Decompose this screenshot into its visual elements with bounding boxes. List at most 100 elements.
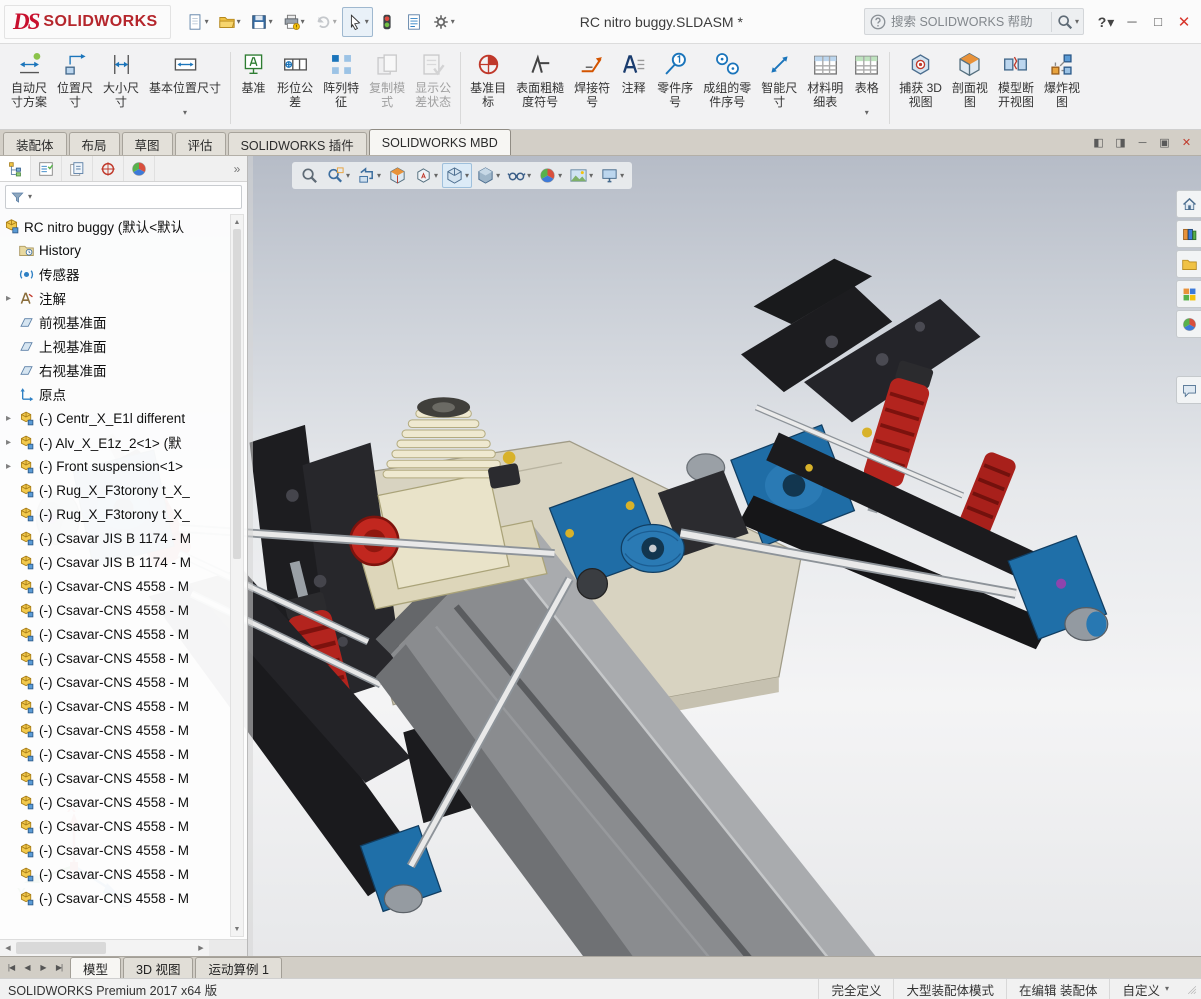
scroll-next-button[interactable]: ▶: [35, 960, 51, 976]
solidworks-forum-button[interactable]: [1176, 376, 1201, 404]
undo-button[interactable]: ▾: [310, 7, 341, 37]
tree-item[interactable]: 右视基准面: [0, 358, 247, 382]
weld-symbol-button[interactable]: 焊接符 号: [569, 47, 615, 129]
scrollbar-thumb[interactable]: [233, 229, 241, 559]
location-dimension-button[interactable]: 位置尺 寸: [52, 47, 98, 129]
tree-item[interactable]: (-) Csavar-CNS 4558 - M: [0, 670, 247, 694]
search-button[interactable]: ▾: [1050, 11, 1079, 32]
table-button[interactable]: 表格 ▾: [848, 47, 885, 129]
tree-item[interactable]: (-) Csavar-CNS 4558 - M: [0, 742, 247, 766]
solidworks-menu-button[interactable]: DS SOLIDWORKS: [4, 4, 171, 39]
edit-appearance-button[interactable]: ▾: [535, 163, 565, 188]
customize[interactable]: 自定义 ▾: [1109, 979, 1181, 999]
tree-item[interactable]: ▸ (-) Front suspension<1>: [0, 454, 247, 478]
datum-target-button[interactable]: 基准目 标: [465, 47, 511, 129]
scrollbar-thumb[interactable]: [16, 942, 106, 954]
scroll-left-icon[interactable]: ◀: [0, 940, 16, 956]
tile-right-button[interactable]: ◨: [1111, 134, 1130, 151]
expand-arrow-icon[interactable]: ▸: [3, 437, 14, 448]
close-button[interactable]: ✕: [1171, 8, 1197, 36]
tree-item[interactable]: (-) Csavar-CNS 4558 - M: [0, 886, 247, 910]
datum-button[interactable]: 基准: [235, 47, 272, 129]
search-input[interactable]: [891, 14, 1047, 29]
print-button[interactable]: ▾: [278, 7, 309, 37]
pattern-feature-button[interactable]: 阵列特 征: [318, 47, 364, 129]
tab-solidworks-mbd[interactable]: SOLIDWORKS MBD: [368, 129, 511, 155]
home-button[interactable]: [1176, 190, 1201, 218]
tree-item[interactable]: ▸ 注解: [0, 286, 247, 310]
auto-dimension-scheme-button[interactable]: 自动尺 寸方案: [6, 47, 52, 129]
tree-item[interactable]: 前视基准面: [0, 310, 247, 334]
tile-left-button[interactable]: ◧: [1089, 134, 1108, 151]
display-style-button[interactable]: ▾: [473, 163, 503, 188]
view-palette-button[interactable]: [1176, 280, 1201, 308]
tree-item[interactable]: (-) Rug_X_F3torony t_X_: [0, 502, 247, 526]
tree-item[interactable]: ▸ (-) Alv_X_E1z_2<1> (默: [0, 430, 247, 454]
scroll-first-button[interactable]: |◀: [3, 960, 19, 976]
tree-item[interactable]: (-) Csavar-CNS 4558 - M: [0, 694, 247, 718]
tab-evaluate[interactable]: 评估: [174, 132, 226, 155]
section-view-button[interactable]: 剖面视 图: [947, 47, 993, 129]
tree-item[interactable]: ▸ (-) Centr_X_E1l different: [0, 406, 247, 430]
tab-motion-study-1[interactable]: 运动算例 1: [195, 957, 282, 978]
tab-model[interactable]: 模型: [70, 957, 122, 978]
dynamic-annotation-views-button[interactable]: ▾: [411, 163, 441, 188]
scroll-last-button[interactable]: ▶|: [51, 960, 67, 976]
minimize-button[interactable]: ─: [1119, 8, 1145, 36]
file-properties-button[interactable]: [401, 7, 427, 37]
tree-item[interactable]: RC nitro buggy (默认<默认: [0, 214, 247, 238]
exploded-view-button[interactable]: 爆炸视 图: [1039, 47, 1085, 129]
scrollbar-track[interactable]: [106, 940, 193, 956]
smart-dimension-button[interactable]: 智能尺 寸: [756, 47, 802, 129]
tree-item[interactable]: (-) Csavar-CNS 4558 - M: [0, 718, 247, 742]
tree-item[interactable]: (-) Csavar JIS B 1174 - M: [0, 550, 247, 574]
geometric-tolerance-button[interactable]: 形位公 差: [272, 47, 318, 129]
capture-3d-view-button[interactable]: 捕获 3D 视图: [894, 47, 947, 129]
tree-item[interactable]: (-) Csavar-CNS 4558 - M: [0, 622, 247, 646]
scroll-prev-button[interactable]: ◀: [19, 960, 35, 976]
open-document-button[interactable]: ▾: [214, 7, 245, 37]
scroll-right-icon[interactable]: ▶: [193, 940, 209, 956]
close-document-button[interactable]: ✕: [1177, 134, 1196, 151]
tree-item[interactable]: (-) Csavar-CNS 4558 - M: [0, 766, 247, 790]
tree-filter[interactable]: ▾: [5, 185, 242, 209]
tree-item[interactable]: 传感器: [0, 262, 247, 286]
tree-item[interactable]: (-) Csavar-CNS 4558 - M: [0, 574, 247, 598]
view-settings-button[interactable]: ▾: [597, 163, 627, 188]
featuremanager-tab[interactable]: [0, 156, 31, 181]
tree-item[interactable]: (-) Csavar JIS B 1174 - M: [0, 526, 247, 550]
tab-3d-views[interactable]: 3D 视图: [123, 957, 194, 978]
help-button[interactable]: ? ▾: [1093, 8, 1119, 36]
view-orientation-button[interactable]: ▾: [442, 163, 473, 188]
tab-layout[interactable]: 布局: [68, 132, 120, 155]
expand-arrow-icon[interactable]: ▸: [3, 413, 14, 424]
tree-item[interactable]: 原点: [0, 382, 247, 406]
tree-item[interactable]: (-) Csavar-CNS 4558 - M: [0, 838, 247, 862]
tree-item[interactable]: (-) Csavar-CNS 4558 - M: [0, 646, 247, 670]
tree-item[interactable]: 上视基准面: [0, 334, 247, 358]
select-tool-button[interactable]: ▾: [341, 6, 373, 37]
model-break-view-button[interactable]: 模型断 开视图: [993, 47, 1039, 129]
surface-finish-button[interactable]: 表面粗糙 度符号: [511, 47, 569, 129]
tree-item[interactable]: (-) Rug_X_F3torony t_X_: [0, 478, 247, 502]
dimxpertmanager-tab[interactable]: [93, 156, 124, 181]
scrollbar-track[interactable]: [231, 559, 243, 922]
auto-balloon-button[interactable]: 成组的零 件序号: [698, 47, 756, 129]
scroll-down-icon[interactable]: ▼: [231, 922, 243, 936]
options-button[interactable]: ▾: [428, 7, 459, 37]
file-explorer-button[interactable]: [1176, 250, 1201, 278]
minimize-document-button[interactable]: ─: [1133, 134, 1152, 151]
restore-document-button[interactable]: ▣: [1155, 134, 1174, 151]
expand-arrow-icon[interactable]: ▸: [3, 461, 14, 472]
zoom-to-area-button[interactable]: ▾: [323, 163, 353, 188]
tree-item[interactable]: (-) Csavar-CNS 4558 - M: [0, 790, 247, 814]
rebuild-button[interactable]: [374, 7, 400, 37]
bill-of-materials-button[interactable]: 材料明 细表: [802, 47, 848, 129]
design-library-button[interactable]: [1176, 220, 1201, 248]
tab-addins[interactable]: SOLIDWORKS 插件: [227, 132, 367, 155]
tree-vertical-scrollbar[interactable]: ▲ ▼: [230, 214, 244, 937]
tree-item[interactable]: (-) Csavar-CNS 4558 - M: [0, 862, 247, 886]
apply-scene-button[interactable]: ▾: [566, 163, 596, 188]
scroll-up-icon[interactable]: ▲: [231, 215, 243, 229]
tree-horizontal-scrollbar[interactable]: ◀ ▶: [0, 939, 247, 956]
